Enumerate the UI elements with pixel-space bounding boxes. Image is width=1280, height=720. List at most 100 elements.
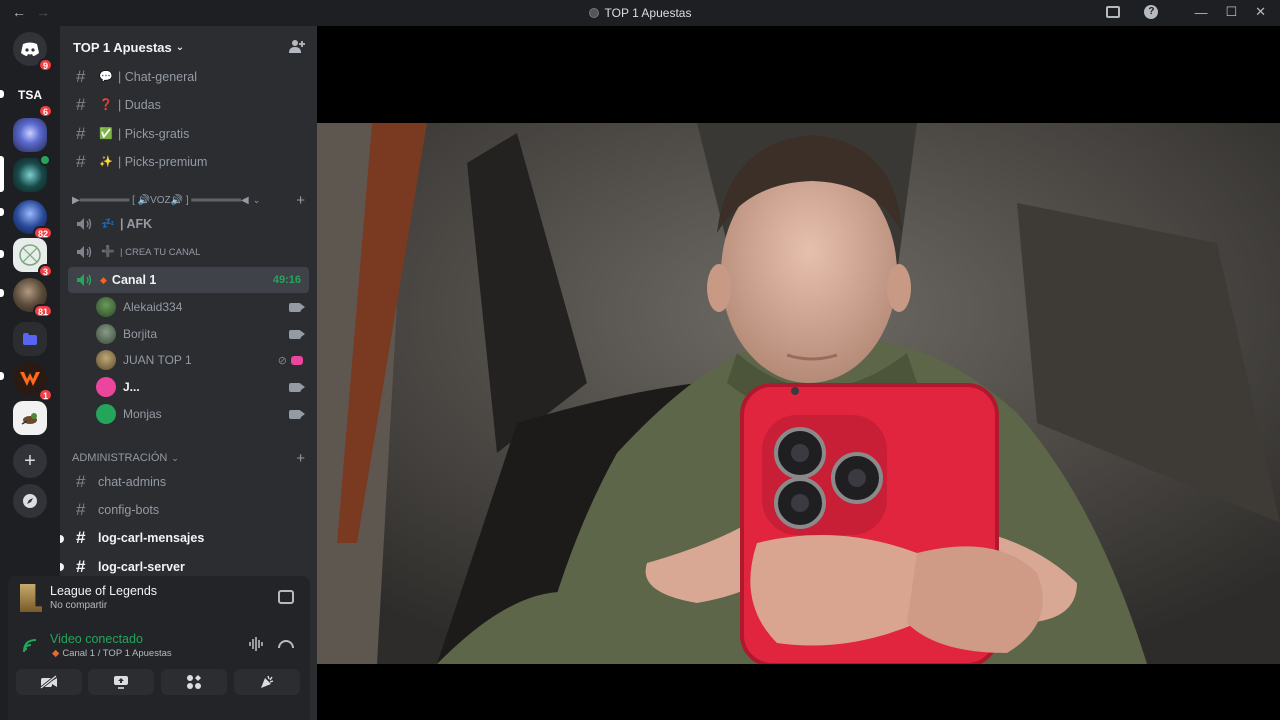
voice-user-monjas[interactable]: Monjas <box>96 401 309 427</box>
unread-pill <box>0 208 4 216</box>
server-avatar-blue[interactable] <box>13 118 47 152</box>
signal-icon[interactable] <box>22 638 38 654</box>
zzz-icon: 💤 <box>101 218 115 230</box>
voice-user-j[interactable]: J... <box>96 374 309 400</box>
soundboard-icon <box>261 675 274 688</box>
plus-icon: + <box>24 449 36 472</box>
voice-channel-canal-1[interactable]: ◆ Canal 1 49:16 <box>68 267 309 293</box>
share-screen-button[interactable] <box>88 669 154 695</box>
camera-off-icon <box>40 675 57 689</box>
muted-mic-icon: ⊘ <box>277 354 287 367</box>
username: Borjita <box>123 327 158 341</box>
server-tsa[interactable]: TSA 6 <box>13 78 53 118</box>
minimize-button[interactable]: — <box>1194 5 1207 20</box>
mention-badge: 1 <box>37 388 53 402</box>
back-arrow-icon[interactable]: ← <box>12 4 26 20</box>
channel-log-carl-mensajes[interactable]: # log-carl-mensajes <box>68 525 309 551</box>
channel-chat-admins[interactable]: # chat-admins <box>68 469 309 495</box>
live-indicator-icon <box>39 154 51 166</box>
sparkles-icon: ✨ <box>99 156 113 168</box>
compass-logo-icon <box>19 244 41 266</box>
mention-badge: 9 <box>37 58 53 72</box>
channel-name: | AFK <box>120 217 153 231</box>
channel-config-bots[interactable]: # config-bots <box>68 497 309 523</box>
selected-pill <box>0 156 4 192</box>
channel-name: | Picks-premium <box>118 155 208 169</box>
channel-name: log-carl-server <box>98 560 185 574</box>
video-feed[interactable] <box>317 123 1280 664</box>
create-channel-icon[interactable]: + <box>296 192 305 209</box>
avatar <box>96 297 116 317</box>
channel-name: log-carl-mensajes <box>98 531 205 545</box>
discord-logo-icon <box>21 42 39 56</box>
create-channel-icon[interactable]: + <box>296 450 305 467</box>
camera-off-button[interactable] <box>16 669 82 695</box>
channel-name: | Dudas <box>118 98 161 112</box>
compass-icon <box>23 494 37 508</box>
avatar <box>96 377 116 397</box>
voice-channel-crea-tu-canal[interactable]: ➕ | CREA TU CANAL <box>68 239 309 265</box>
hash-icon: # <box>76 67 86 86</box>
window-title: TOP 1 Apuestas <box>0 6 1280 20</box>
chevron-down-icon: ⌄ <box>171 452 179 463</box>
voice-user-alekaid334[interactable]: Alekaid334 <box>96 294 309 320</box>
voice-user-juan-top-1[interactable]: JUAN TOP 1 ⊘ <box>96 347 309 373</box>
speaker-active-icon <box>77 274 92 286</box>
voice-status-title: Video conectado <box>50 632 143 646</box>
invite-people-icon[interactable] <box>289 38 305 54</box>
add-server-button[interactable]: + <box>13 444 47 478</box>
unread-pill <box>0 289 4 297</box>
channel-name: | CREA TU CANAL <box>120 246 201 258</box>
discord-home-button[interactable]: 9 <box>13 32 53 72</box>
hash-icon: # <box>76 557 86 576</box>
server-avatar-green[interactable] <box>13 154 51 192</box>
category-label: ADMINISTRACIÓN <box>72 452 168 464</box>
channel-name: | Picks-gratis <box>118 127 190 141</box>
speaker-icon <box>77 246 92 258</box>
category-voz[interactable]: ▶═══════ [ 🔊VOZ🔊 ] ═══════◀ ⌄ + <box>72 191 309 209</box>
diamond-icon: ◆ <box>52 648 60 659</box>
share-activity-icon[interactable] <box>278 590 294 604</box>
hash-icon: # <box>76 472 86 491</box>
channel-name: Canal 1 <box>111 273 157 287</box>
camera-icon <box>289 302 305 312</box>
activities-button[interactable] <box>161 669 227 695</box>
channel-picks-gratis[interactable]: # ✅ | Picks-gratis <box>68 121 309 147</box>
inbox-icon[interactable] <box>1106 6 1121 18</box>
category-administracion[interactable]: ADMINISTRACIÓN ⌄ + <box>72 449 309 467</box>
unread-pill <box>0 372 4 380</box>
server-avatar-white[interactable]: 3 <box>13 238 53 278</box>
channel-name: config-bots <box>98 503 160 517</box>
disconnect-icon[interactable] <box>278 640 294 648</box>
orange-logo-icon <box>20 372 40 386</box>
explore-servers-button[interactable] <box>13 484 47 518</box>
help-icon[interactable]: ? <box>1144 5 1159 19</box>
channel-picks-premium[interactable]: # ✨ | Picks-premium <box>68 149 309 175</box>
server-avatar-dark[interactable]: 81 <box>13 278 53 318</box>
server-avatar-bird[interactable] <box>13 401 47 435</box>
maximize-button[interactable]: ☐ <box>1225 4 1237 20</box>
voice-channel-afk[interactable]: 💤 | AFK <box>68 211 309 237</box>
forward-arrow-icon[interactable]: → <box>36 4 50 20</box>
noise-suppression-icon[interactable] <box>248 636 266 652</box>
voice-status-channel[interactable]: ◆ Canal 1 / TOP 1 Apuestas <box>52 648 172 659</box>
server-header[interactable]: TOP 1 Apuestas ⌄ <box>60 26 317 68</box>
username: Alekaid334 <box>123 300 183 314</box>
unread-indicator <box>60 563 64 571</box>
window-title-text: TOP 1 Apuestas <box>604 6 692 20</box>
voice-user-borjita[interactable]: Borjita <box>96 321 309 347</box>
channel-chat-general[interactable]: # 💬 | Chat-general <box>68 64 309 90</box>
server-avatar-blue-logo[interactable]: 82 <box>13 200 53 240</box>
channel-name: | Chat-general <box>118 70 197 84</box>
channel-dudas[interactable]: # ❓ | Dudas <box>68 92 309 118</box>
voice-status-panel: Video conectado ◆ Canal 1 / TOP 1 Apuesta… <box>8 622 310 720</box>
close-button[interactable]: ✕ <box>1255 4 1266 20</box>
video-stage[interactable] <box>317 26 1280 720</box>
soundboard-button[interactable] <box>234 669 300 695</box>
server-folder[interactable] <box>13 322 47 356</box>
bird-logo-icon <box>21 413 37 425</box>
server-avatar-orange[interactable]: 1 <box>13 362 53 402</box>
hash-icon: # <box>76 124 86 143</box>
hash-icon: # <box>76 95 86 114</box>
server-label: TSA <box>18 88 42 102</box>
